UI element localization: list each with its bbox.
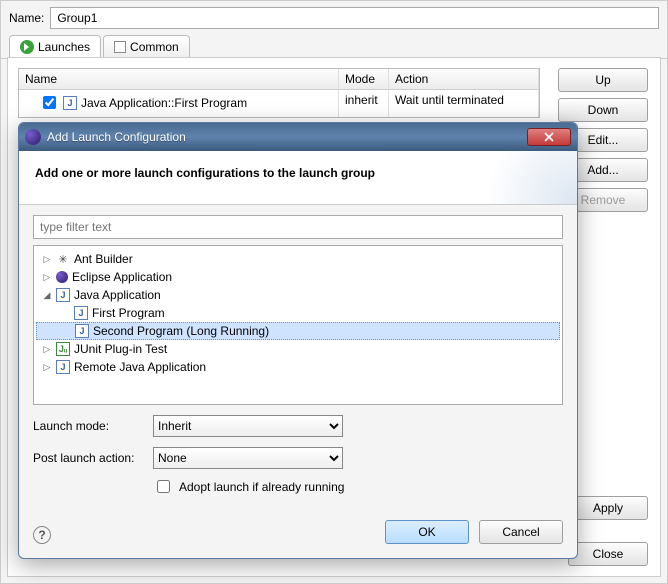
tree-node-ant-builder[interactable]: ▷ ✳ Ant Builder xyxy=(36,250,560,268)
dialog-titlebar[interactable]: Add Launch Configuration xyxy=(19,123,577,151)
row-mode: inherit xyxy=(339,90,389,115)
expand-icon[interactable]: ▷ xyxy=(42,362,52,373)
post-launch-select[interactable]: None xyxy=(153,447,343,469)
tree-label: Second Program (Long Running) xyxy=(93,324,269,338)
launches-icon xyxy=(20,40,34,54)
row-action xyxy=(389,115,539,118)
java-icon: J xyxy=(74,306,88,320)
java-icon: J xyxy=(56,360,70,374)
java-icon: J xyxy=(56,288,70,302)
dialog-footer: OK Cancel xyxy=(19,510,577,558)
tab-common-label: Common xyxy=(130,40,179,54)
close-icon[interactable] xyxy=(527,128,571,146)
close-button[interactable]: Close xyxy=(568,542,648,566)
tree-label: Eclipse Application xyxy=(72,270,172,284)
junit-icon: Jᵤ xyxy=(56,342,70,356)
common-icon xyxy=(114,41,126,53)
ant-icon: ✳ xyxy=(56,252,70,266)
add-launch-dialog: Add Launch Configuration Add one or more… xyxy=(18,122,578,559)
tree-node-junit[interactable]: ▷ Jᵤ JUnit Plug-in Test xyxy=(36,340,560,358)
dialog-title: Add Launch Configuration xyxy=(47,130,186,144)
up-button[interactable]: Up xyxy=(558,68,648,92)
down-button[interactable]: Down xyxy=(558,98,648,122)
config-table: Name Mode Action J Java Application::Fir… xyxy=(18,68,540,118)
cancel-button[interactable]: Cancel xyxy=(479,520,563,544)
row-action: Wait until terminated xyxy=(389,90,539,115)
tree-node-remote-java[interactable]: ▷ J Remote Java Application xyxy=(36,358,560,376)
help-icon[interactable]: ? xyxy=(33,526,51,544)
tree-label: Ant Builder xyxy=(74,252,133,266)
tree-node-java-app[interactable]: ◢ J Java Application xyxy=(36,286,560,304)
tree-label: Remote Java Application xyxy=(74,360,206,374)
post-launch-label: Post launch action: xyxy=(33,451,145,465)
expand-icon[interactable]: ▷ xyxy=(42,344,52,355)
launch-mode-label: Launch mode: xyxy=(33,419,145,433)
row-name: Java Application::First Program xyxy=(81,96,247,110)
tree-node-first-program[interactable]: J First Program xyxy=(36,304,560,322)
post-launch-row: Post launch action: None xyxy=(33,447,563,469)
launch-mode-select[interactable]: Inherit xyxy=(153,415,343,437)
tab-common[interactable]: Common xyxy=(103,35,190,58)
ok-button[interactable]: OK xyxy=(385,520,469,544)
name-row: Name: xyxy=(1,1,667,35)
java-icon: J xyxy=(63,96,77,110)
expand-icon[interactable]: ▷ xyxy=(42,272,52,283)
name-input[interactable] xyxy=(50,7,659,29)
tree-node-eclipse-app[interactable]: ▷ Eclipse Application xyxy=(36,268,560,286)
tree-label: JUnit Plug-in Test xyxy=(74,342,167,356)
bottom-buttons: Close xyxy=(568,542,648,566)
adopt-row: Adopt launch if already running xyxy=(33,477,563,496)
table-header: Name Mode Action xyxy=(19,69,539,90)
java-icon: J xyxy=(75,324,89,338)
tree-label: First Program xyxy=(92,306,165,320)
th-mode[interactable]: Mode xyxy=(339,69,389,89)
filter-input[interactable] xyxy=(33,215,563,239)
eclipse-icon xyxy=(25,129,41,145)
table-row[interactable]: J Java Application::Second Program (Long… xyxy=(19,115,539,118)
th-name[interactable]: Name xyxy=(19,69,339,89)
launch-mode-row: Launch mode: Inherit xyxy=(33,415,563,437)
adopt-checkbox[interactable] xyxy=(157,480,170,493)
dialog-heading: Add one or more launch configurations to… xyxy=(19,151,577,205)
tree-label: Java Application xyxy=(74,288,161,302)
tab-row: Launches Common xyxy=(1,35,667,59)
tab-launches-label: Launches xyxy=(38,40,90,54)
collapse-icon[interactable]: ◢ xyxy=(42,290,52,301)
dialog-body: ▷ ✳ Ant Builder ▷ Eclipse Application ◢ … xyxy=(19,205,577,510)
tree-node-second-program[interactable]: J Second Program (Long Running) xyxy=(36,322,560,340)
row-checkbox[interactable] xyxy=(43,96,56,109)
apply-button[interactable]: Apply xyxy=(568,496,648,520)
config-tree[interactable]: ▷ ✳ Ant Builder ▷ Eclipse Application ◢ … xyxy=(33,245,563,405)
th-action[interactable]: Action xyxy=(389,69,539,89)
expand-icon[interactable]: ▷ xyxy=(42,254,52,265)
table-row[interactable]: J Java Application::First Program inheri… xyxy=(19,90,539,115)
eclipse-icon xyxy=(56,271,68,283)
row-mode: inherit xyxy=(339,115,389,118)
adopt-label: Adopt launch if already running xyxy=(179,480,344,494)
name-label: Name: xyxy=(9,11,44,25)
tab-launches[interactable]: Launches xyxy=(9,35,101,58)
dialog-heading-text: Add one or more launch configurations to… xyxy=(35,166,375,180)
